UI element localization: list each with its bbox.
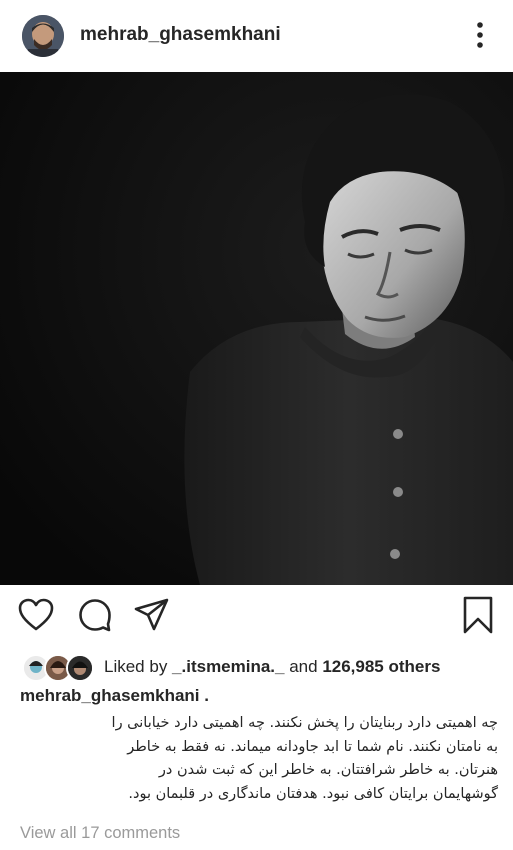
caption-text: چه اهمیتی دارد ربنایتان را پخش نکنند. چه… [16,712,498,806]
view-comments-link[interactable]: View all 17 comments [20,824,180,843]
caption-line: به نامتان نکنند. نام شما تا ابد جاودانه … [127,738,498,755]
likes-count[interactable]: 126,985 others [322,657,440,676]
likes-prefix: Liked by [104,657,173,676]
action-bar [0,596,513,640]
vertical-ellipsis-icon[interactable] [468,20,492,50]
liker-avatar[interactable] [66,654,94,682]
bookmark-outline-icon[interactable] [463,596,493,639]
caption-line: چه اهمیتی دارد ربنایتان را پخش نکنند. چه… [111,715,498,731]
caption-line: هنرتان. به خاطر شرافتتان. به خاطر این که… [158,762,498,779]
caption-line: گوشهایمان برایتان کافی نبود. هدفتان ماند… [128,785,498,802]
post-header: mehrab_ghasemkhani [0,0,513,72]
likes-row: Liked by _.itsmemina._ and 126,985 other… [0,652,513,684]
speech-bubble-icon[interactable] [78,598,112,637]
post-username[interactable]: mehrab_ghasemkhani [80,24,281,46]
likes-text: Liked by _.itsmemina._ and 126,985 other… [104,657,440,677]
heart-outline-icon[interactable] [18,598,54,637]
likes-conjunction: and [284,657,323,676]
caption-username[interactable]: mehrab_ghasemkhani . [20,686,209,706]
liker-username[interactable]: _.itsmemina._ [172,657,284,676]
paper-plane-icon[interactable] [134,598,170,637]
user-avatar[interactable] [22,15,64,57]
post-photo[interactable] [0,72,513,585]
